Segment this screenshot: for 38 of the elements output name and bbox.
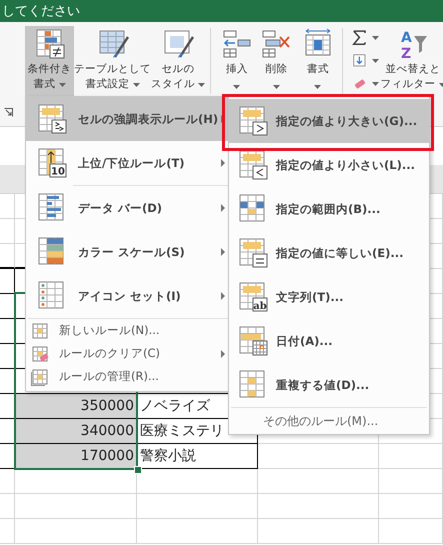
greater-icon — [237, 105, 269, 137]
equal-icon — [237, 237, 269, 269]
window-title: してください — [1, 3, 80, 21]
table-cell — [379, 469, 443, 494]
table-cell — [379, 494, 443, 519]
table-cell — [0, 519, 15, 544]
delete-icon — [260, 28, 292, 60]
clear-icon — [31, 344, 49, 362]
menu-item[interactable]: ab 文字列(T)... — [229, 275, 429, 319]
highlight-icon — [36, 103, 68, 135]
insert-icon — [220, 28, 253, 60]
table-cell — [379, 519, 443, 544]
ribbon-button[interactable]: 挿入 — [220, 26, 254, 98]
menu-item[interactable]: 指定の値に等しい(E)... — [229, 231, 429, 275]
ribbon-button[interactable]: A Z 並べ替えと フィルター — [383, 26, 443, 98]
table-cell — [0, 494, 15, 519]
ribbon-button[interactable]: 条件付き 書式 — [25, 26, 74, 98]
ribbon-button[interactable]: 削除 — [258, 26, 296, 98]
menu-item[interactable]: セルの強調表示ルール(H) — [26, 97, 231, 141]
menu-item[interactable]: 日付(A)... — [229, 319, 429, 363]
menu-item[interactable]: 指定の値より大きい(G)... — [229, 99, 429, 143]
manage-icon — [31, 368, 49, 386]
table-cell — [0, 469, 15, 494]
menu-item[interactable]: 指定の範囲内(B)... — [229, 187, 429, 231]
conditional-icon — [34, 28, 66, 60]
newrule-icon — [31, 322, 49, 340]
ribbon-button[interactable]: 書式 — [299, 26, 337, 98]
fill-handle[interactable] — [134, 466, 142, 474]
cellstyle-icon — [162, 28, 194, 60]
less-icon — [237, 149, 269, 181]
table-cell: 340000 — [15, 419, 137, 444]
table-cell — [379, 444, 443, 469]
table-icon — [96, 28, 129, 60]
dialog-launcher-icon[interactable] — [4, 108, 13, 116]
date-icon — [237, 325, 269, 357]
table-cell — [0, 269, 15, 294]
table-cell: 350000 — [15, 394, 137, 419]
table-cell: 170000 — [15, 444, 137, 469]
